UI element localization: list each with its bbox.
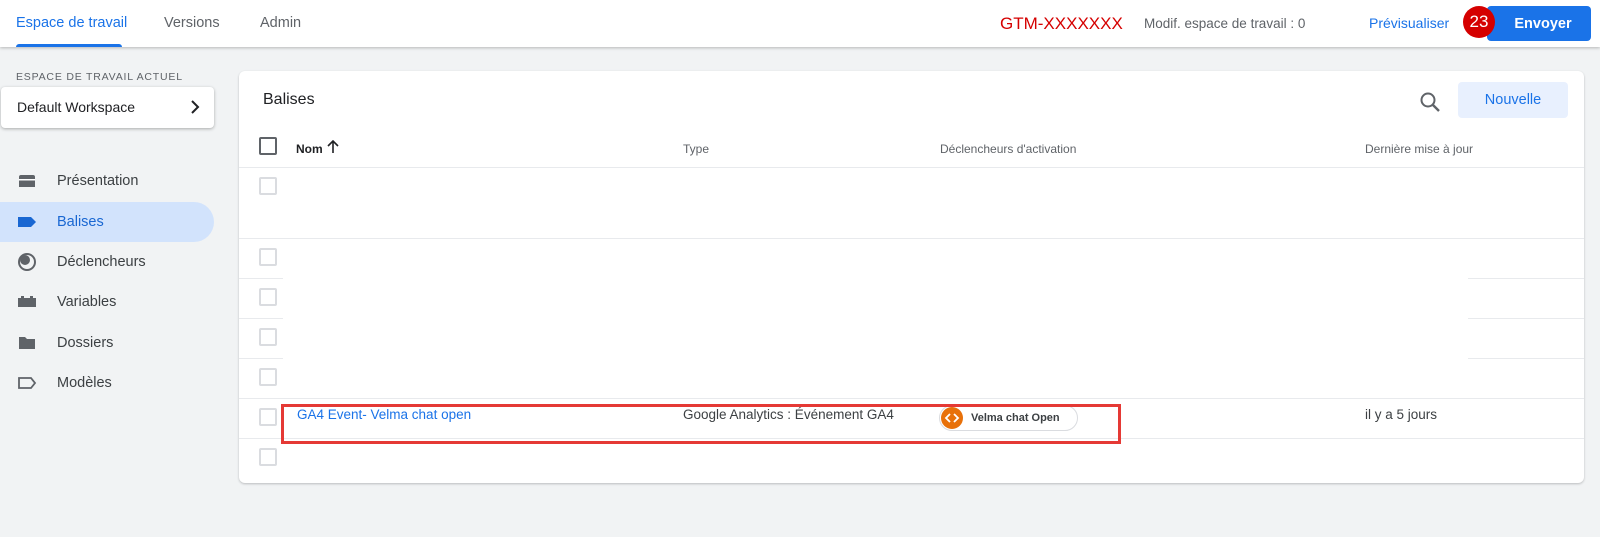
tab-admin[interactable]: Admin [260, 15, 301, 31]
preview-button[interactable]: Prévisualiser [1369, 15, 1449, 31]
sidebar-item-folders[interactable]: Dossiers [0, 323, 214, 363]
current-workspace-label: ESPACE DE TRAVAIL ACTUEL [16, 71, 183, 83]
row-divider [239, 278, 283, 279]
tag-icon [17, 212, 37, 232]
row-checkbox[interactable] [259, 408, 277, 426]
folder-icon [17, 333, 37, 353]
row-checkbox[interactable] [259, 448, 277, 466]
row-divider [239, 358, 283, 359]
tag-last-updated: il y a 5 jours [1365, 407, 1438, 422]
row-checkbox[interactable] [259, 328, 277, 346]
header-divider [239, 167, 1584, 168]
overview-icon [17, 171, 37, 191]
sidebar-item-label: Balises [57, 214, 104, 230]
highlight-box [281, 404, 1121, 444]
row-checkbox[interactable] [259, 288, 277, 306]
step-badge: 23 [1463, 6, 1495, 38]
column-header-type[interactable]: Type [683, 142, 709, 156]
select-all-checkbox[interactable] [259, 137, 277, 155]
container-id: GTM-XXXXXXX [1000, 14, 1123, 33]
card-title: Balises [263, 91, 315, 108]
row-divider [239, 318, 283, 319]
column-header-updated[interactable]: Dernière mise à jour [1365, 142, 1473, 156]
template-icon [17, 373, 37, 393]
chevron-right-icon [187, 99, 203, 120]
column-header-triggers[interactable]: Déclencheurs d'activation [940, 142, 1076, 156]
sidebar-item-triggers[interactable]: Déclencheurs [0, 242, 214, 282]
row-divider [1468, 278, 1584, 279]
row-divider [239, 398, 1584, 399]
workspace-selector[interactable]: Default Workspace [1, 87, 214, 128]
row-checkbox[interactable] [259, 177, 277, 195]
sidebar-item-label: Modèles [57, 375, 112, 391]
row-checkbox[interactable] [259, 248, 277, 266]
variables-icon [17, 292, 37, 312]
sidebar-item-tags[interactable]: Balises [0, 202, 214, 242]
tab-versions[interactable]: Versions [164, 15, 220, 31]
sidebar-item-label: Déclencheurs [57, 254, 146, 270]
workspace-name: Default Workspace [17, 99, 136, 115]
column-header-name[interactable]: Nom [296, 142, 323, 156]
row-checkbox[interactable] [259, 368, 277, 386]
row-divider [1468, 318, 1584, 319]
sidebar-item-label: Présentation [57, 173, 139, 189]
sort-arrow-up-icon[interactable] [327, 139, 339, 159]
workspace-changes: Modif. espace de travail : 0 [1144, 16, 1306, 31]
sidebar-item-variables[interactable]: Variables [0, 282, 214, 322]
top-bar: Espace de travail Versions Admin GTM-XXX… [0, 0, 1600, 47]
send-button[interactable]: Envoyer [1487, 6, 1591, 41]
sidebar-item-label: Dossiers [57, 335, 114, 351]
new-tag-button[interactable]: Nouvelle [1458, 82, 1568, 118]
row-divider [1468, 358, 1584, 359]
trigger-icon [17, 252, 37, 272]
search-icon[interactable] [1417, 89, 1443, 115]
sidebar-item-templates[interactable]: Modèles [0, 363, 214, 403]
row-divider [239, 238, 1584, 239]
sidebar-item-overview[interactable]: Présentation [0, 161, 214, 201]
active-tab-indicator [16, 44, 122, 47]
tab-workspace[interactable]: Espace de travail [16, 15, 127, 31]
sidebar-item-label: Variables [57, 294, 117, 310]
